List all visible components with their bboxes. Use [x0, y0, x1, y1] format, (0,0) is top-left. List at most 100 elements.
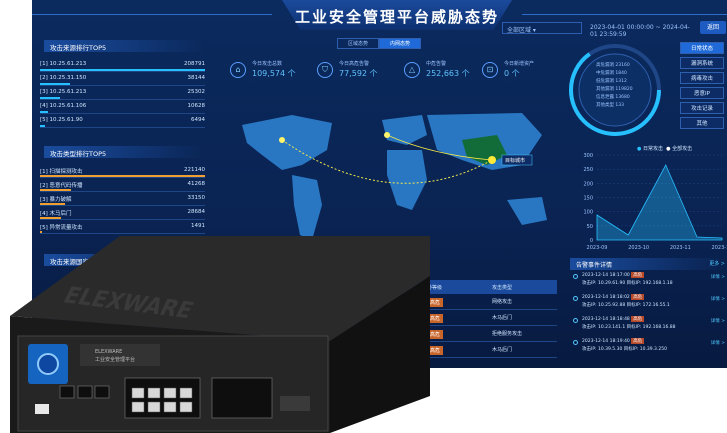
rank-value: 28684 [187, 209, 206, 215]
y-tick-label: 250 [583, 167, 593, 173]
rank-row[interactable]: [3] 10.25.61.213 25302 [40, 86, 205, 100]
trend-area-series [596, 164, 723, 241]
source-ip-title: 攻击来源排行TOP5 [44, 40, 204, 52]
gauge-filter-button[interactable]: 其他 [680, 117, 724, 129]
event-item[interactable]: 2023-12-14 18:19:40 高危 攻击IP: 10.39.5.30 … [570, 336, 727, 358]
rank-row[interactable]: [5] 10.25.61.90 6494 [40, 114, 205, 128]
timeline-dot [573, 274, 578, 279]
level-badge: 高危 [631, 294, 645, 300]
rank-name: [1] 10.25.61.213 [40, 61, 87, 67]
source-point [279, 137, 285, 143]
tab-region[interactable]: 区域态势 [337, 38, 379, 49]
lock-icon: ⊡ [482, 62, 498, 78]
rank-row[interactable]: [4] 10.25.61.106 10628 [40, 100, 205, 114]
level-badge: 高危 [631, 316, 645, 322]
rank-bar [40, 83, 70, 85]
y-tick-label: 200 [583, 181, 593, 187]
stat-value: 252,663 个 [426, 69, 470, 78]
rank-bar [40, 69, 205, 71]
rank-name: [5] 异常流量攻击 [40, 225, 83, 231]
rank-name: [3] 暴力破解 [40, 197, 72, 203]
level-badge: 高危 [631, 272, 645, 278]
stat-high: ⛉ 今日高危告警 77,592 个 [317, 58, 397, 88]
event-item[interactable]: 2023-12-14 18:18:02 高危 攻击IP: 10.25.92.88… [570, 292, 727, 314]
rank-row[interactable]: [2] 恶意代码传播 41268 [40, 178, 205, 192]
y-tick-label: 150 [583, 196, 593, 202]
rank-row[interactable]: [1] 扫描探测攻击 221140 [40, 164, 205, 178]
threat-type-title: 攻击类型排行TOP5 [44, 146, 204, 158]
gauge-stat: 中危漏洞 1840 [596, 71, 627, 76]
gauge-filter-button[interactable]: 恶意IP [680, 87, 724, 99]
stat-total: ⌂ 今日攻击总数 109,574 个 [230, 58, 310, 88]
home-icon: ⌂ [230, 62, 246, 78]
y-tick-label: 100 [583, 210, 593, 216]
event-item[interactable]: 2023-12-14 18:18:48 高危 攻击IP: 10.23.141.1… [570, 314, 727, 336]
gauge-panel: 高危漏洞 23160 中危漏洞 1840 低危漏洞 1312 其他漏洞 119820 信… [560, 40, 725, 140]
x-tick-label: 2023-09 [587, 245, 608, 251]
events-more-link[interactable]: 更多 > [709, 260, 725, 267]
x-tick-label: 2023-11 [670, 245, 691, 251]
rank-row[interactable]: [2] 10.25.31.150 38144 [40, 72, 205, 86]
attack-type: 网络攻击 [492, 299, 513, 305]
device-model: 工业安全管理平台 [95, 356, 135, 363]
events-panel: 告警事件详情 更多 > 2023-12-14 18:17:00 高危 攻击IP:… [570, 258, 727, 368]
gauge-stat: 高危漏洞 23160 [596, 63, 630, 68]
rank-name: [2] 10.25.31.150 [40, 75, 87, 81]
rank-name: [4] 10.25.61.106 [40, 103, 87, 109]
event-detail-link[interactable]: 详情 > [711, 318, 725, 324]
rank-row[interactable]: [5] 异常流量攻击 1491 [40, 220, 205, 234]
y-tick-label: 300 [583, 153, 593, 159]
event-desc: 攻击IP: 10.25.92.88 目标IP: 172.16.55.1 [582, 303, 670, 308]
shield-icon: ⛉ [317, 62, 333, 78]
rank-bar [40, 111, 49, 113]
timeline-dot [573, 318, 578, 323]
rank-name: [3] 10.25.61.213 [40, 89, 87, 95]
event-desc: 攻击IP: 10.23.141.1 目标IP: 192.168.16.88 [582, 325, 676, 330]
rank-name: [5] 10.25.61.90 [40, 117, 83, 123]
events-title-text: 告警事件详情 [576, 262, 613, 269]
gauge-stat: 低危漏洞 1312 [596, 79, 627, 84]
stat-value: 0 个 [504, 69, 520, 78]
threat-type-list: [1] 扫描探测攻击 221140 [2] 恶意代码传播 41268 [3] 暴力破解 3… [40, 164, 205, 234]
region-select-value: 全部区域 [507, 27, 532, 34]
tab-intranet[interactable]: 内网态势 [379, 38, 421, 49]
rank-row[interactable]: [4] 木马后门 28684 [40, 206, 205, 220]
divider [522, 14, 727, 15]
stat-value: 109,574 个 [252, 69, 296, 78]
rank-row[interactable]: [1] 10.25.61.213 208791 [40, 58, 205, 72]
attack-type: 木马后门 [492, 315, 513, 321]
y-tick-label: 50 [587, 224, 593, 230]
date-range[interactable]: 2023-04-01 00:00:00 ~ 2024-04-01 23:59:5… [588, 22, 698, 38]
event-desc: 攻击IP: 10.29.61.90 目标IP: 192.168.1.18 [582, 281, 673, 286]
gauge-filter-button[interactable]: 攻击记录 [680, 102, 724, 114]
gauge-filter-button[interactable]: 病毒攻击 [680, 72, 724, 84]
timeline-dot [573, 296, 578, 301]
event-detail-link[interactable]: 详情 > [711, 296, 725, 302]
event-detail-link[interactable]: 详情 > [711, 340, 725, 346]
source-point [384, 132, 390, 138]
rank-value: 6494 [191, 117, 205, 123]
event-time: 2023-12-14 18:19:40 [582, 339, 630, 344]
event-desc: 攻击IP: 10.39.5.30 目标IP: 10.39.3.250 [582, 347, 667, 352]
event-detail-link[interactable]: 详情 > [711, 274, 725, 280]
gauge-filter-button[interactable]: 漏洞系统 [680, 57, 724, 69]
target-point [488, 156, 496, 164]
region-select[interactable]: 全部区域 ▾ [502, 22, 582, 34]
warning-icon: △ [404, 62, 420, 78]
rank-bar [40, 203, 65, 205]
back-button[interactable]: 返回 [700, 21, 726, 34]
gauge-filter-button[interactable]: 日常状态 [680, 42, 724, 54]
page-title: 工业安全管理平台威胁态势 [294, 8, 499, 26]
rank-value: 41268 [187, 181, 206, 187]
event-time: 2023-12-14 18:18:48 [582, 317, 630, 322]
stat-label: 今日攻击总数 [252, 61, 283, 67]
event-item[interactable]: 2023-12-14 18:17:00 高危 攻击IP: 10.29.61.90… [570, 270, 727, 292]
timeline-dot [573, 340, 578, 345]
divider [32, 14, 272, 15]
world-map: 目标城市 [242, 113, 547, 240]
rank-bar [40, 217, 62, 219]
stat-mid: △ 中危告警 252,663 个 [404, 58, 484, 88]
rank-row[interactable]: [3] 暴力破解 33150 [40, 192, 205, 206]
rank-value: 25302 [187, 89, 206, 95]
rank-bar [40, 97, 60, 99]
